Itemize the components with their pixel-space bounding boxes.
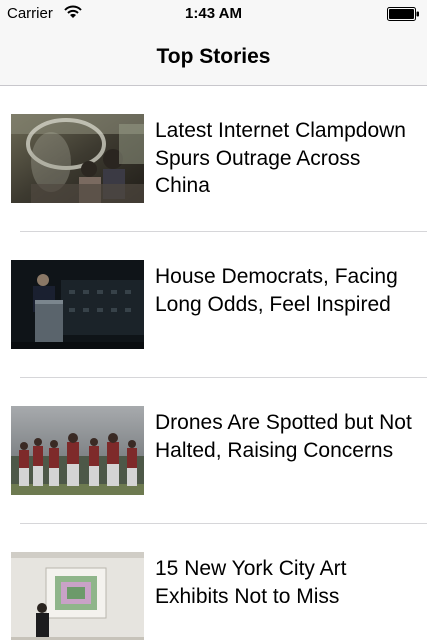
story-thumbnail <box>11 406 144 495</box>
story-thumbnail <box>11 114 144 203</box>
story-row[interactable]: 15 New York City Art Exhibits Not to Mis… <box>0 524 427 640</box>
story-headline[interactable]: Drones Are Spotted but Not Halted, Raisi… <box>155 409 417 464</box>
story-list[interactable]: Latest Internet Clampdown Spurs Outrage … <box>0 86 427 640</box>
story-headline[interactable]: Latest Internet Clampdown Spurs Outrage … <box>155 117 417 200</box>
story-headline[interactable]: House Democrats, Facing Long Odds, Feel … <box>155 263 417 318</box>
story-headline[interactable]: 15 New York City Art Exhibits Not to Mis… <box>155 555 417 610</box>
battery-icon <box>387 7 419 21</box>
story-row[interactable]: Latest Internet Clampdown Spurs Outrage … <box>0 86 427 232</box>
status-bar: Carrier 1:43 AM <box>0 0 427 30</box>
app-screen: Carrier 1:43 AM Top Stories Latest Inter… <box>0 0 427 640</box>
clock: 1:43 AM <box>185 5 242 22</box>
story-row[interactable]: House Democrats, Facing Long Odds, Feel … <box>0 232 427 378</box>
story-row[interactable]: Drones Are Spotted but Not Halted, Raisi… <box>0 378 427 524</box>
page-title: Top Stories <box>156 45 271 68</box>
navigation-bar: Top Stories <box>0 30 427 86</box>
story-thumbnail <box>11 552 144 640</box>
story-thumbnail <box>11 260 144 349</box>
